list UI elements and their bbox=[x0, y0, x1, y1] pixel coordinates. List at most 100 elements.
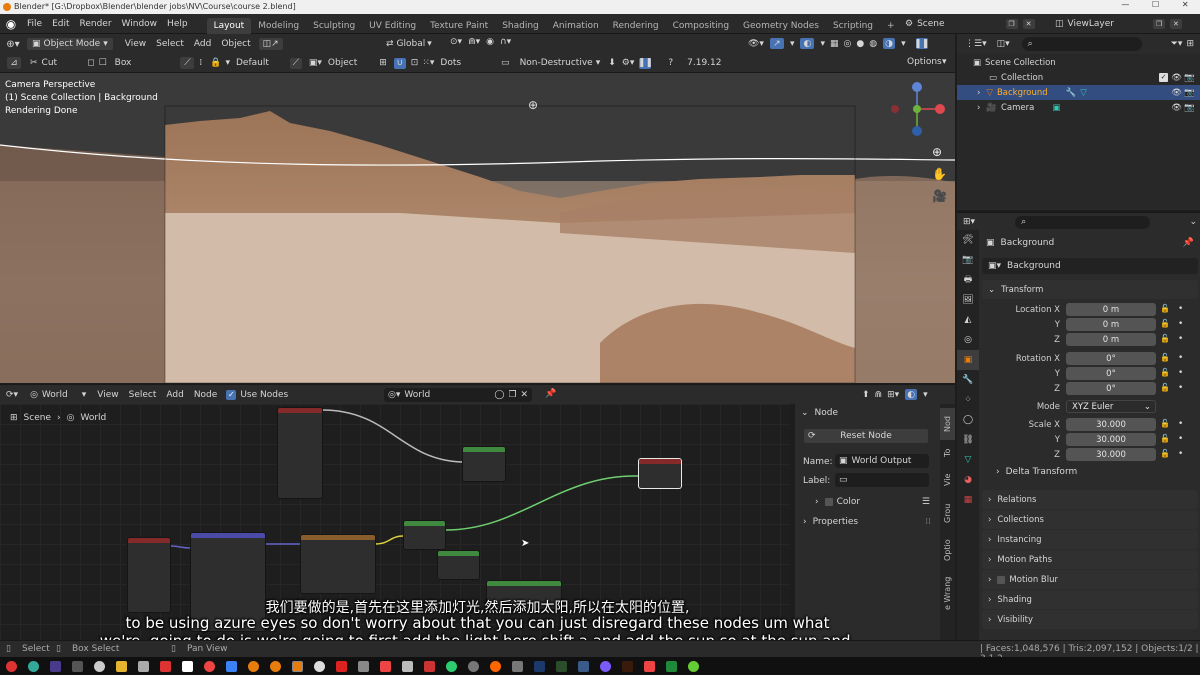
falloff-icon[interactable]: ∩▾ bbox=[500, 37, 511, 47]
outliner-search[interactable]: ⌕ bbox=[1021, 37, 1142, 51]
new-scene-icon[interactable]: ❐ bbox=[1004, 18, 1019, 30]
tool-icon[interactable]: ⊿ bbox=[6, 56, 22, 70]
tab-options[interactable]: Optio bbox=[940, 532, 955, 568]
eye-icon[interactable]: 👁 bbox=[1171, 73, 1182, 83]
overlay-dropdown-icon[interactable]: ▾ bbox=[820, 39, 825, 49]
shading-panel[interactable]: › Shading bbox=[982, 590, 1198, 609]
eye-icon[interactable]: 👁 bbox=[1171, 88, 1182, 98]
instancing-panel[interactable]: › Instancing bbox=[982, 530, 1198, 549]
snap-dropdown-icon[interactable]: ⁞ bbox=[199, 58, 202, 68]
app-icon[interactable] bbox=[577, 660, 589, 672]
keyframe-dot-icon[interactable]: • bbox=[1178, 419, 1183, 429]
app-icon[interactable] bbox=[27, 660, 39, 672]
menu-render[interactable]: Render bbox=[75, 19, 117, 29]
snap-element-icon[interactable]: ⊞▾ bbox=[887, 390, 899, 400]
options-dropdown[interactable]: Options bbox=[907, 57, 942, 67]
outliner-row-background[interactable]: › ▽ Background 🔧 ▽ 👁 📷 bbox=[957, 85, 1200, 100]
tab-modeling[interactable]: Modeling bbox=[251, 18, 306, 34]
rendered-shading-icon[interactable]: ◑ bbox=[882, 37, 897, 50]
ne-menu-add[interactable]: Add bbox=[161, 390, 188, 400]
illustrator-icon[interactable] bbox=[621, 660, 633, 672]
delta-transform-subpanel[interactable]: › Delta Transform bbox=[996, 467, 1077, 477]
vivaldi-icon[interactable] bbox=[159, 660, 171, 672]
delete-view-layer-icon[interactable]: ✕ bbox=[1168, 18, 1183, 30]
editor-type-icon[interactable]: ⊕▾ bbox=[0, 39, 26, 50]
data-tab-icon[interactable]: ▽ bbox=[957, 450, 979, 470]
pin-icon[interactable]: 📌 bbox=[545, 389, 556, 399]
pivot-icon[interactable]: ⊙▾ bbox=[450, 37, 462, 47]
ne-menu-view[interactable]: View bbox=[92, 390, 123, 400]
drag-handle-icon[interactable]: ⁞⁞ bbox=[925, 517, 931, 527]
acrobat-icon[interactable] bbox=[335, 660, 347, 672]
object-tab-icon[interactable]: ▣ bbox=[957, 350, 979, 370]
blender-active-icon[interactable] bbox=[291, 660, 303, 672]
options-icon[interactable]: ⌄ bbox=[1189, 217, 1197, 227]
shading-dropdown-icon[interactable]: ▾ bbox=[901, 39, 906, 49]
object-dropdown-icon[interactable]: ▣▾ bbox=[309, 58, 322, 68]
keyframe-dot-icon[interactable]: • bbox=[1178, 368, 1183, 378]
app-icon[interactable] bbox=[467, 660, 479, 672]
physics-tab-icon[interactable]: ◯ bbox=[957, 410, 979, 430]
location-x-field[interactable]: 0 m bbox=[1066, 303, 1156, 316]
blender-menu-icon[interactable]: ◉ bbox=[0, 17, 22, 31]
color-subpanel[interactable]: › Color ☰ bbox=[815, 497, 930, 507]
render-tab-icon[interactable]: 📷 bbox=[957, 250, 979, 270]
modifier-tab-icon[interactable]: 🔧 bbox=[957, 370, 979, 390]
properties-type-icon[interactable]: ⊞▾ bbox=[963, 217, 975, 227]
scene-collection-row[interactable]: ▣ Scene Collection bbox=[957, 55, 1200, 70]
unlink-icon[interactable]: ✕ bbox=[521, 390, 529, 400]
lock-location-x-icon[interactable]: 🔓 bbox=[1160, 304, 1170, 313]
render-camera-icon[interactable]: 📷 bbox=[1184, 88, 1195, 98]
settings-icon[interactable]: ⚙▾ bbox=[622, 58, 635, 68]
select-mode-icon[interactable]: ⟋ bbox=[288, 56, 303, 70]
node-name-field[interactable]: ▣ World Output bbox=[835, 454, 929, 468]
minimize-icon[interactable]: — bbox=[1121, 0, 1129, 14]
world-browse-icon[interactable]: ◎▾ bbox=[388, 390, 400, 400]
app-icon[interactable] bbox=[181, 660, 193, 672]
shape-label[interactable]: Box bbox=[115, 58, 132, 68]
properties-search[interactable]: ⌕ bbox=[1015, 215, 1151, 229]
menu-window[interactable]: Window bbox=[117, 19, 163, 29]
motion-paths-panel[interactable]: › Motion Paths bbox=[982, 550, 1198, 569]
visibility-icon[interactable]: 👁▾ bbox=[748, 39, 764, 49]
light-path-node[interactable] bbox=[277, 407, 323, 499]
pause-icon[interactable]: ❚❚ bbox=[638, 56, 653, 70]
snap-setting[interactable]: Dots bbox=[440, 58, 461, 68]
background-node[interactable] bbox=[403, 520, 446, 550]
snap-node-icon[interactable]: ⋒ bbox=[875, 390, 883, 400]
scale-y-field[interactable]: 30.000 bbox=[1066, 433, 1156, 446]
material-shading-icon[interactable]: ◍ bbox=[869, 39, 877, 49]
discord-icon[interactable] bbox=[599, 660, 611, 672]
overlays-icon[interactable]: ◐ bbox=[904, 388, 919, 401]
tab-texture-paint[interactable]: Texture Paint bbox=[423, 18, 495, 34]
spotify-icon[interactable] bbox=[445, 660, 457, 672]
tab-scripting[interactable]: Scripting bbox=[826, 18, 880, 34]
menu-edit[interactable]: Edit bbox=[47, 19, 74, 29]
lock-icon[interactable]: 🔒 bbox=[210, 58, 221, 68]
app-icon[interactable] bbox=[511, 660, 523, 672]
vp-menu-select[interactable]: Select bbox=[151, 39, 189, 49]
snap-grid-icon[interactable]: ⟋ bbox=[179, 56, 196, 70]
add-workspace-button[interactable]: + bbox=[880, 18, 902, 34]
wireframe-shading-icon[interactable]: ◎ bbox=[844, 39, 852, 49]
list-icon[interactable]: ☰ bbox=[922, 497, 930, 507]
app-icon[interactable] bbox=[379, 660, 391, 672]
tab-group[interactable]: Grou bbox=[940, 496, 955, 530]
lock-rotation-x-icon[interactable]: 🔓 bbox=[1160, 353, 1170, 362]
grid-dots-icon[interactable]: ⁙▾ bbox=[422, 58, 434, 68]
orientation-setting[interactable]: Default bbox=[236, 58, 269, 68]
lock-scale-y-icon[interactable]: 🔓 bbox=[1160, 434, 1170, 443]
world-output-node[interactable] bbox=[638, 458, 682, 489]
download-icon[interactable]: ⬇ bbox=[608, 58, 616, 68]
overlays-dropdown-icon[interactable]: ▾ bbox=[923, 390, 928, 400]
environment-texture-node[interactable] bbox=[300, 534, 376, 594]
scene-selector[interactable]: ⚙ Scene ❐ ✕ bbox=[905, 17, 1036, 31]
expand-icon[interactable]: › bbox=[977, 88, 980, 98]
relations-panel[interactable]: › Relations bbox=[982, 490, 1198, 509]
scene-tab-icon[interactable]: ◭ bbox=[957, 310, 979, 330]
vp-menu-view[interactable]: View bbox=[120, 39, 151, 49]
rotation-z-field[interactable]: 0° bbox=[1066, 382, 1156, 395]
tab-layout[interactable]: Layout bbox=[206, 17, 252, 34]
outliner-type-icon[interactable]: ⋮☰▾ bbox=[965, 39, 987, 49]
brave-icon[interactable] bbox=[643, 660, 655, 672]
